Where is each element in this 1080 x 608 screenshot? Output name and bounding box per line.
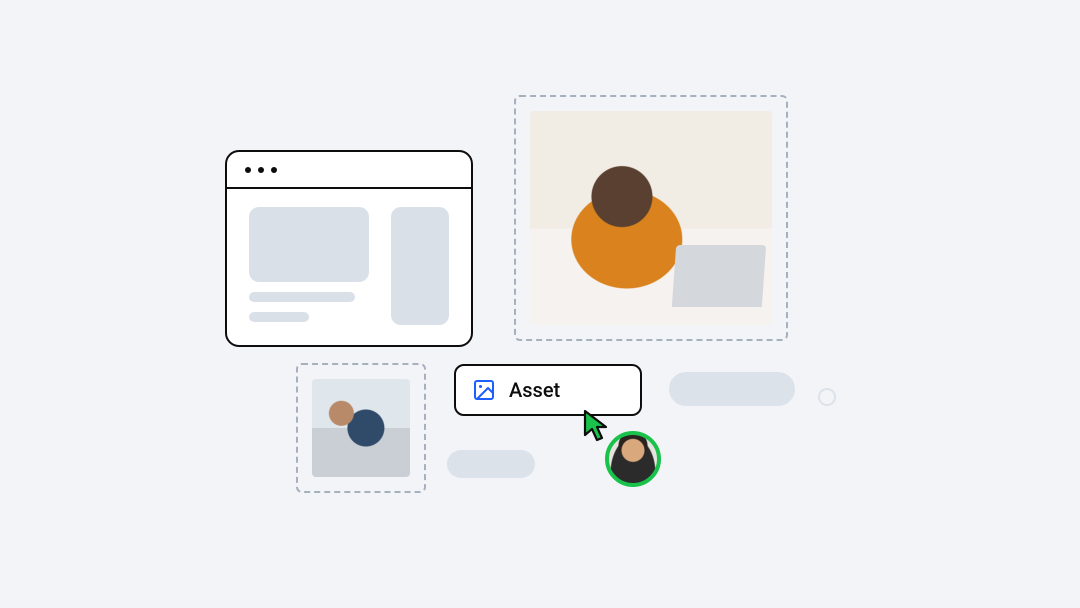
content-block-placeholder xyxy=(249,207,369,282)
placeholder-pill xyxy=(447,450,535,478)
text-line-placeholder xyxy=(249,312,309,322)
browser-body xyxy=(227,189,471,343)
window-control-dot xyxy=(258,167,264,173)
image-frame-large xyxy=(514,95,788,341)
browser-window-wireframe xyxy=(225,150,473,347)
person-at-laptop-photo xyxy=(530,111,772,325)
cursor-icon xyxy=(582,409,610,447)
placeholder-ring xyxy=(818,388,836,406)
collaborator-avatar[interactable] xyxy=(605,431,661,487)
image-frame-small xyxy=(296,363,426,493)
asset-chip[interactable]: Asset xyxy=(454,364,642,416)
office-team-photo xyxy=(312,379,410,477)
sidebar-block-placeholder xyxy=(391,207,449,325)
text-line-placeholder xyxy=(249,292,355,302)
browser-titlebar xyxy=(227,152,471,189)
asset-chip-label: Asset xyxy=(509,378,560,402)
image-icon xyxy=(472,378,496,402)
window-control-dot xyxy=(271,167,277,173)
placeholder-pill xyxy=(669,372,795,406)
window-control-dot xyxy=(245,167,251,173)
